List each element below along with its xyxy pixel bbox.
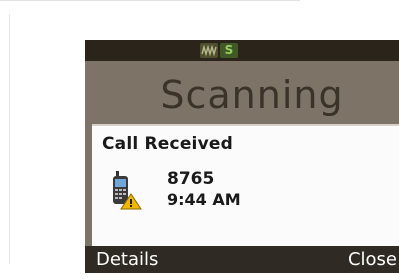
status-icons: S (200, 43, 240, 59)
call-time: 9:44 AM (167, 190, 241, 209)
status-bar: S (85, 40, 399, 61)
screen-title: Scanning (160, 73, 344, 117)
softkey-bar: Details Close (85, 246, 399, 273)
phone-warning-icon (109, 170, 145, 210)
left-divider (9, 14, 10, 264)
wave-icon (200, 43, 218, 58)
call-received-dialog: Call Received 8765 9:44 AM (92, 124, 399, 248)
dialog-title: Call Received (102, 134, 233, 154)
caller-number: 8765 (167, 169, 215, 189)
close-softkey[interactable]: Close (348, 246, 397, 273)
top-divider (0, 0, 300, 1)
s-icon: S (220, 43, 238, 58)
device-screen: S Scanning Call Received 8765 9:44 AM De… (85, 40, 399, 273)
details-softkey[interactable]: Details (96, 246, 158, 273)
